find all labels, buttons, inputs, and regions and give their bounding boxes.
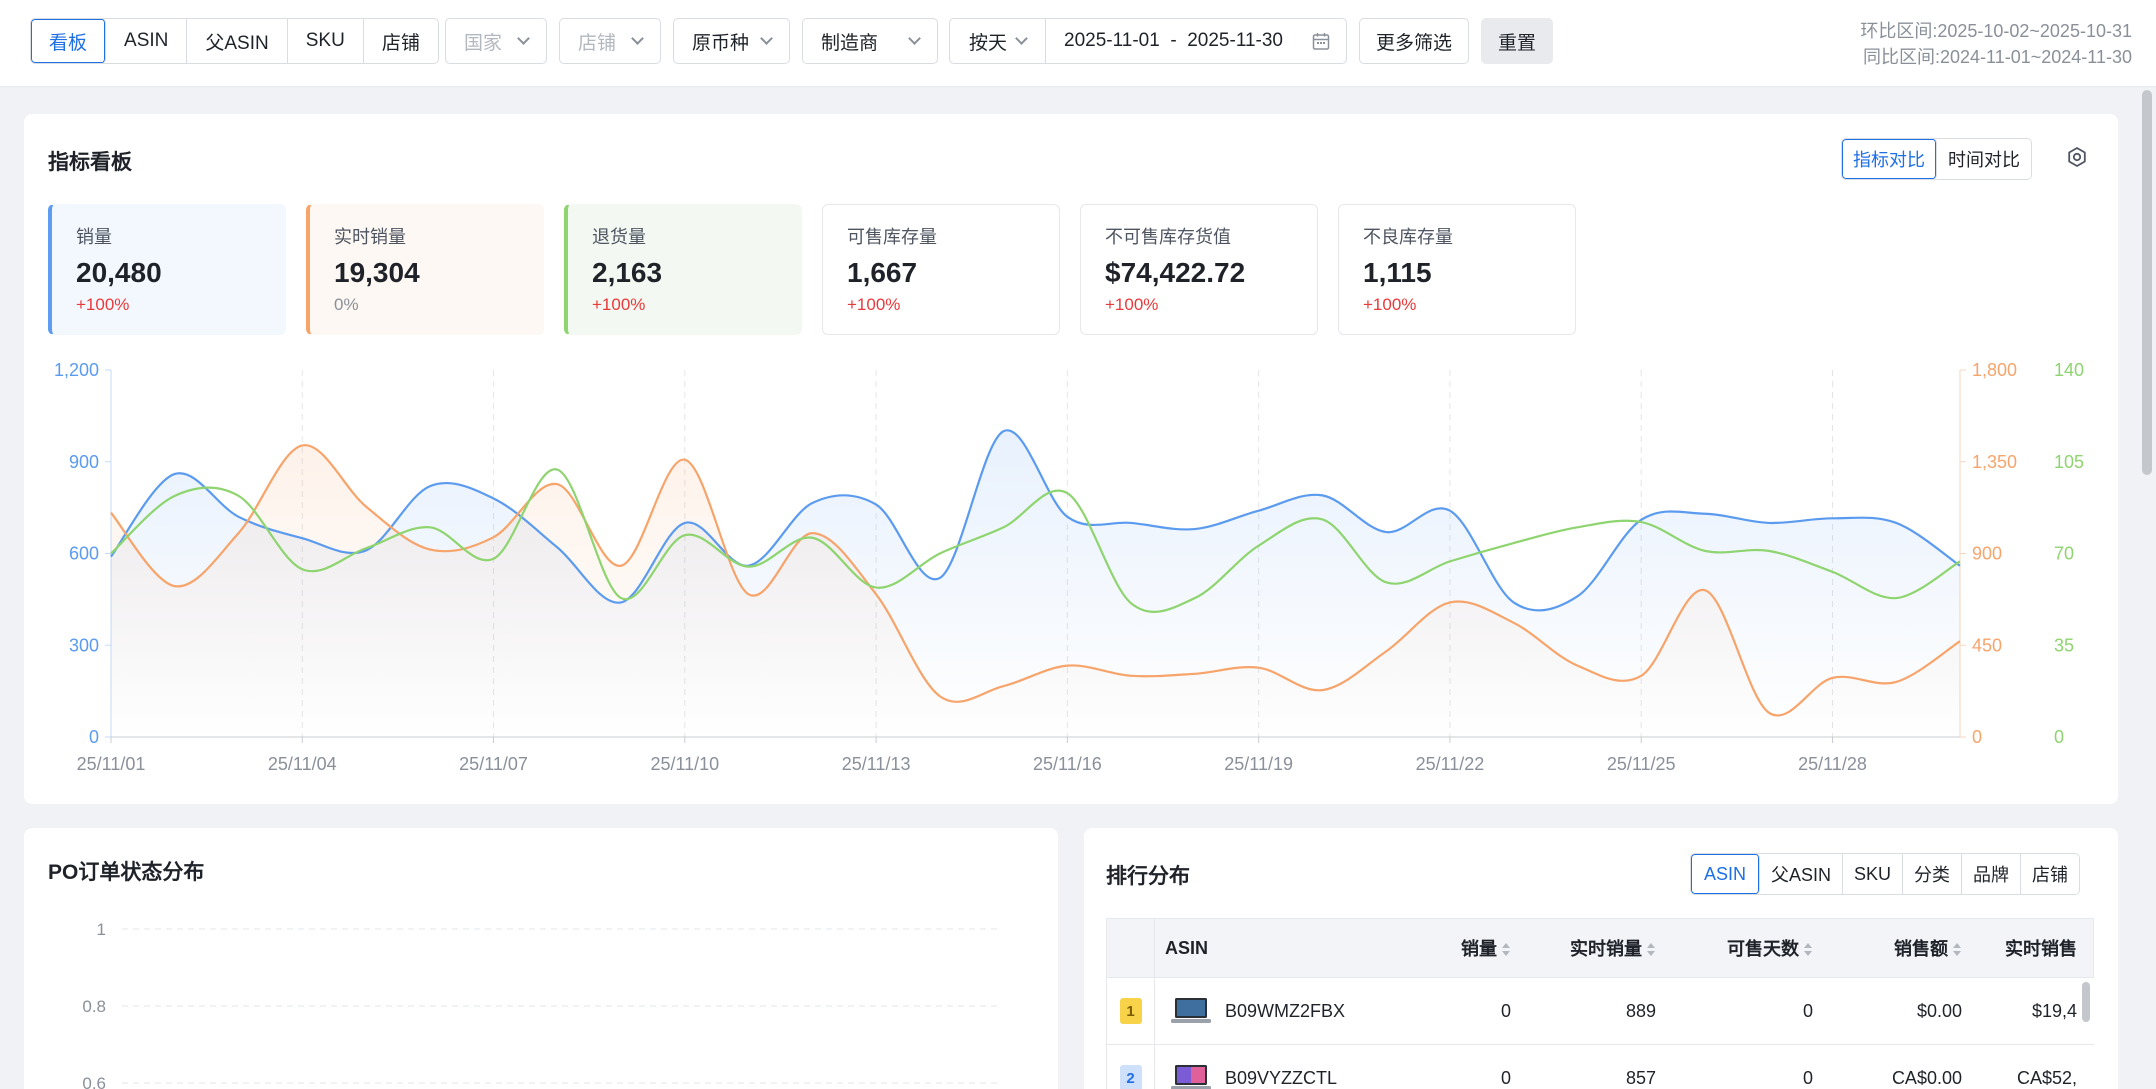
sort-icon[interactable] bbox=[1501, 942, 1511, 958]
product-thumbnail bbox=[1171, 998, 1211, 1023]
sales-value: 0 bbox=[1500, 1067, 1511, 1088]
days-value: 0 bbox=[1802, 1067, 1813, 1088]
col-days-of-supply[interactable]: 可售天数 bbox=[1656, 935, 1813, 961]
metrics-trend-chart: 25/11/01 25/11/04 25/11/07 25/11/10 25/11/13… bbox=[54, 360, 2084, 774]
revenue-value: CA$0.00 bbox=[1891, 1067, 1962, 1088]
x-tick-label: 25/11/19 bbox=[1224, 754, 1293, 774]
sales-value: 0 bbox=[1500, 1000, 1511, 1021]
tab-rank-parent-asin[interactable]: 父ASIN bbox=[1760, 854, 1844, 894]
y-right-tick-label: 1,350 bbox=[1972, 452, 2017, 472]
col-revenue[interactable]: 销售额 bbox=[1813, 935, 1962, 961]
y-tick-label: 0.8 bbox=[82, 997, 106, 1016]
y-left-tick-label: 900 bbox=[69, 452, 99, 472]
product-thumbnail bbox=[1171, 1065, 1211, 1089]
table-scrollbar[interactable] bbox=[2082, 982, 2090, 1022]
y-left-tick-label: 600 bbox=[69, 544, 99, 564]
x-tick-label: 25/11/22 bbox=[1416, 754, 1485, 774]
asin-value[interactable]: B09WMZ2FBX bbox=[1225, 1001, 1345, 1022]
col-realtime-revenue[interactable]: 实时销售 bbox=[1962, 935, 2077, 961]
col-realtime-sales-label: 实时销量 bbox=[1570, 939, 1642, 959]
tab-rank-brand[interactable]: 品牌 bbox=[1962, 854, 2022, 894]
y-right2-tick-label: 105 bbox=[2054, 452, 2084, 472]
table-row[interactable]: 1 B09WMZ2FBX 0 889 0 $0.00 $19,4 bbox=[1106, 978, 2094, 1045]
y-left-tick-label: 1,200 bbox=[54, 360, 99, 380]
days-value: 0 bbox=[1802, 1000, 1813, 1021]
realtime-revenue-value: CA$52, bbox=[2016, 1067, 2077, 1088]
table-row[interactable]: 2 B09VYZZCTL 0 857 0 CA$0.00 CA$52, bbox=[1106, 1045, 2094, 1089]
y-right2-tick-label: 70 bbox=[2054, 544, 2074, 564]
col-days-label: 可售天数 bbox=[1727, 939, 1799, 959]
tab-rank-sku[interactable]: SKU bbox=[1843, 854, 1904, 894]
page-scrollbar[interactable] bbox=[2142, 90, 2152, 475]
y-right-tick-label: 900 bbox=[1972, 544, 2002, 564]
y-tick-label: 0.6 bbox=[82, 1074, 106, 1089]
x-tick-label: 25/11/28 bbox=[1798, 754, 1867, 774]
realtime-revenue-value: $19,4 bbox=[2031, 1000, 2077, 1021]
tab-rank-category[interactable]: 分类 bbox=[1903, 854, 1963, 894]
ranking-table: ASIN 销量 实时销量 可售天数 销售额 实时销售 1 B09WMZ2FBX … bbox=[1106, 918, 2094, 1089]
tab-rank-asin[interactable]: ASIN bbox=[1691, 854, 1761, 894]
table-header: ASIN 销量 实时销量 可售天数 销售额 实时销售 bbox=[1106, 918, 2094, 978]
x-tick-label: 25/11/07 bbox=[459, 754, 528, 774]
col-revenue-label: 销售额 bbox=[1894, 939, 1948, 959]
col-sales-label: 销量 bbox=[1461, 939, 1497, 959]
x-tick-label: 25/11/04 bbox=[268, 754, 337, 774]
y-left-tick-label: 300 bbox=[69, 635, 99, 655]
ranking-title: 排行分布 bbox=[1106, 865, 1190, 888]
x-tick-label: 25/11/13 bbox=[842, 754, 911, 774]
rank-badge: 1 bbox=[1119, 998, 1142, 1024]
col-sales[interactable]: 销量 bbox=[1407, 935, 1511, 961]
x-tick-label: 25/11/01 bbox=[77, 754, 146, 774]
po-status-chart: 1 0.8 0.6 bbox=[82, 920, 1000, 1089]
po-status-title: PO订单状态分布 bbox=[48, 861, 205, 884]
y-right-tick-label: 450 bbox=[1972, 635, 2002, 655]
revenue-value: $0.00 bbox=[1916, 1000, 1962, 1021]
tab-rank-store[interactable]: 店铺 bbox=[2021, 854, 2080, 894]
y-right2-tick-label: 35 bbox=[2054, 635, 2074, 655]
y-right2-tick-label: 0 bbox=[2054, 727, 2064, 747]
col-realtime-sales[interactable]: 实时销量 bbox=[1511, 935, 1656, 961]
realtime-sales-value: 857 bbox=[1625, 1067, 1656, 1088]
sort-icon[interactable] bbox=[1803, 942, 1813, 958]
ranking-dimension-tabs: ASIN 父ASIN SKU 分类 品牌 店铺 bbox=[1690, 853, 2081, 895]
rank-header bbox=[1107, 919, 1155, 977]
y-left-tick-label: 0 bbox=[89, 727, 99, 747]
y-tick-label: 1 bbox=[97, 920, 106, 939]
realtime-sales-value: 889 bbox=[1625, 1000, 1656, 1021]
y-right-tick-label: 1,800 bbox=[1972, 360, 2017, 380]
y-right2-tick-label: 140 bbox=[2054, 360, 2084, 380]
sort-icon[interactable] bbox=[1952, 942, 1962, 958]
col-asin: ASIN bbox=[1165, 937, 1209, 958]
y-right-tick-label: 0 bbox=[1972, 727, 1982, 747]
sort-icon[interactable] bbox=[1646, 942, 1656, 958]
asin-value[interactable]: B09VYZZCTL bbox=[1225, 1068, 1337, 1089]
x-tick-label: 25/11/10 bbox=[650, 754, 719, 774]
x-tick-label: 25/11/25 bbox=[1607, 754, 1676, 774]
x-tick-label: 25/11/16 bbox=[1033, 754, 1102, 774]
rank-badge: 2 bbox=[1119, 1065, 1142, 1089]
